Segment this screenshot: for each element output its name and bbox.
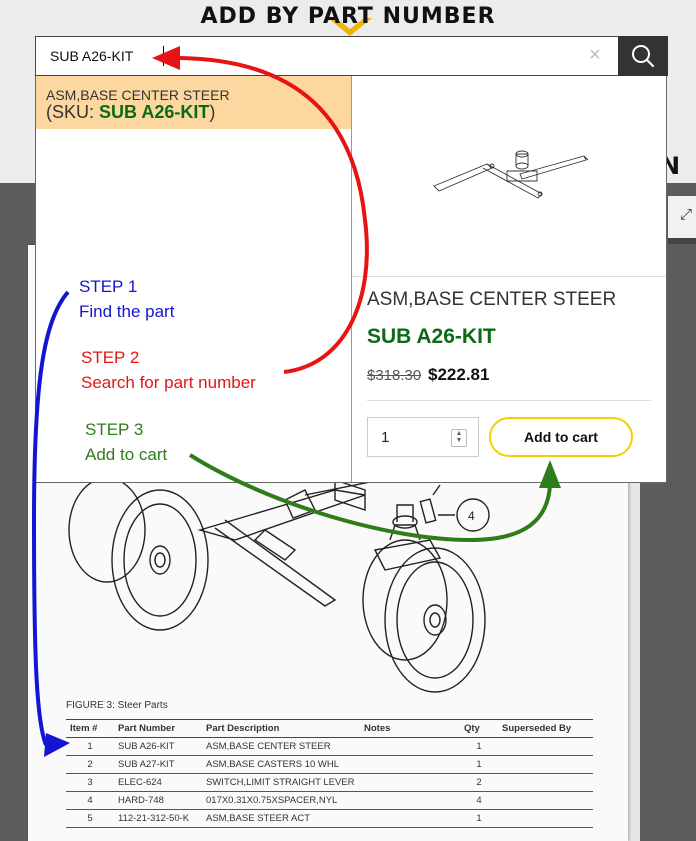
result-sku-prefix: (SKU: [46,102,100,122]
text-caret [163,46,164,66]
cell-qty: 2 [460,773,498,792]
price-original: $318.30 [367,367,422,384]
stepper-icon[interactable]: ▲ ▼ [451,429,467,447]
cell-part-number: ELEC-624 [114,773,202,792]
col-part-number: Part Number [114,719,202,738]
divider [367,400,651,401]
parts-table: Item # Part Number Part Description Note… [66,719,593,828]
table-row: 2 SUB A27-KIT ASM,BASE CASTERS 10 WHL 1 [66,755,593,774]
col-notes: Notes [360,719,460,738]
step-3-title: STEP 3 [85,420,144,439]
close-icon[interactable]: × [589,44,601,66]
cell-description: 017X0.31X0.75XSPACER,NYL [202,791,360,810]
cell-superseded [498,737,593,756]
page-title: ADD BY PART NUMBER [200,4,496,29]
cell-superseded [498,809,593,828]
cell-notes [360,791,460,810]
cell-qty: 1 [460,755,498,774]
col-superseded: Superseded By [498,719,593,738]
table-row: 1 SUB A26-KIT ASM,BASE CENTER STEER 1 [66,737,593,756]
search-input[interactable] [50,45,590,67]
col-description: Part Description [202,719,360,738]
cell-qty: 1 [460,809,498,828]
step-2-text: Search for part number [81,373,256,392]
cell-part-number: SUB A27-KIT [114,755,202,774]
result-sku-suffix: ) [209,102,216,122]
product-image[interactable] [352,76,666,277]
col-qty: Qty [460,719,498,738]
cell-description: ASM,BASE CENTER STEER [202,737,360,756]
table-row: 4 HARD-748 017X0.31X0.75XSPACER,NYL 4 [66,791,593,810]
cell-superseded [498,791,593,810]
step-1-text: Find the part [79,302,175,321]
table-row: 3 ELEC-624 SWITCH,LIMIT STRAIGHT LEVER 2 [66,773,593,792]
product-preview: ASM,BASE CENTER STEER SUB A26-KIT $318.3… [352,76,666,482]
step-3-annotation: STEP 3 Add to cart [85,417,167,467]
price-sale: $222.81 [428,365,490,384]
quantity-stepper[interactable]: 1 ▲ ▼ [367,417,479,457]
cell-item: 4 [66,791,114,810]
step-3-text: Add to cart [85,445,168,464]
fullscreen-button[interactable]: ⤢ [668,196,696,244]
cell-item: 2 [66,755,114,774]
cell-qty: 4 [460,791,498,810]
cell-notes [360,755,460,774]
cell-description: ASM,BASE STEER ACT [202,809,360,828]
cell-part-number: SUB A26-KIT [114,737,202,756]
search-button[interactable] [618,36,668,76]
add-to-cart-button[interactable]: Add to cart [489,417,633,457]
cell-item: 5 [66,809,114,828]
step-2-annotation: STEP 2 Search for part number [81,345,256,395]
cell-notes [360,773,460,792]
cell-part-number: 112-21-312-50-K [114,809,202,828]
quantity-value[interactable]: 1 [381,429,389,446]
cell-notes [360,737,460,756]
step-1-annotation: STEP 1 Find the part [79,274,174,324]
figure-caption: FIGURE 3: Steer Parts [66,700,168,711]
cell-description: SWITCH,LIMIT STRAIGHT LEVER [202,773,360,792]
steer-base-thumbnail-icon [433,150,589,199]
table-row: 5 112-21-312-50-K ASM,BASE STEER ACT 1 [66,809,593,828]
col-item: Item # [66,719,114,738]
cell-qty: 1 [460,737,498,756]
figure-callout: 4 [468,509,475,523]
result-name: ASM,BASE CENTER STEER [46,87,230,103]
cell-notes [360,809,460,828]
cell-item: 3 [66,773,114,792]
cell-description: ASM,BASE CASTERS 10 WHL [202,755,360,774]
steer-assembly-drawing: 4 [68,474,490,693]
cell-superseded [498,773,593,792]
product-sku: SUB A26-KIT [367,325,496,348]
search-icon [632,45,655,68]
result-sku: SUB A26-KIT [99,102,210,122]
result-item[interactable]: ASM,BASE CENTER STEER (SKU: SUB A26-KIT) [36,76,351,129]
cell-item: 1 [66,737,114,756]
parts-table-header: Item # Part Number Part Description Note… [66,719,593,738]
viewer-margin-left [0,183,28,841]
cell-part-number: HARD-748 [114,791,202,810]
part-search-bar: × [35,36,668,76]
cell-superseded [498,755,593,774]
expand-icon: ⤢ [680,206,693,223]
step-2-title: STEP 2 [81,348,140,367]
step-1-title: STEP 1 [79,277,138,296]
result-sku-line: (SKU: SUB A26-KIT) [46,102,215,123]
product-title[interactable]: ASM,BASE CENTER STEER [367,289,616,311]
